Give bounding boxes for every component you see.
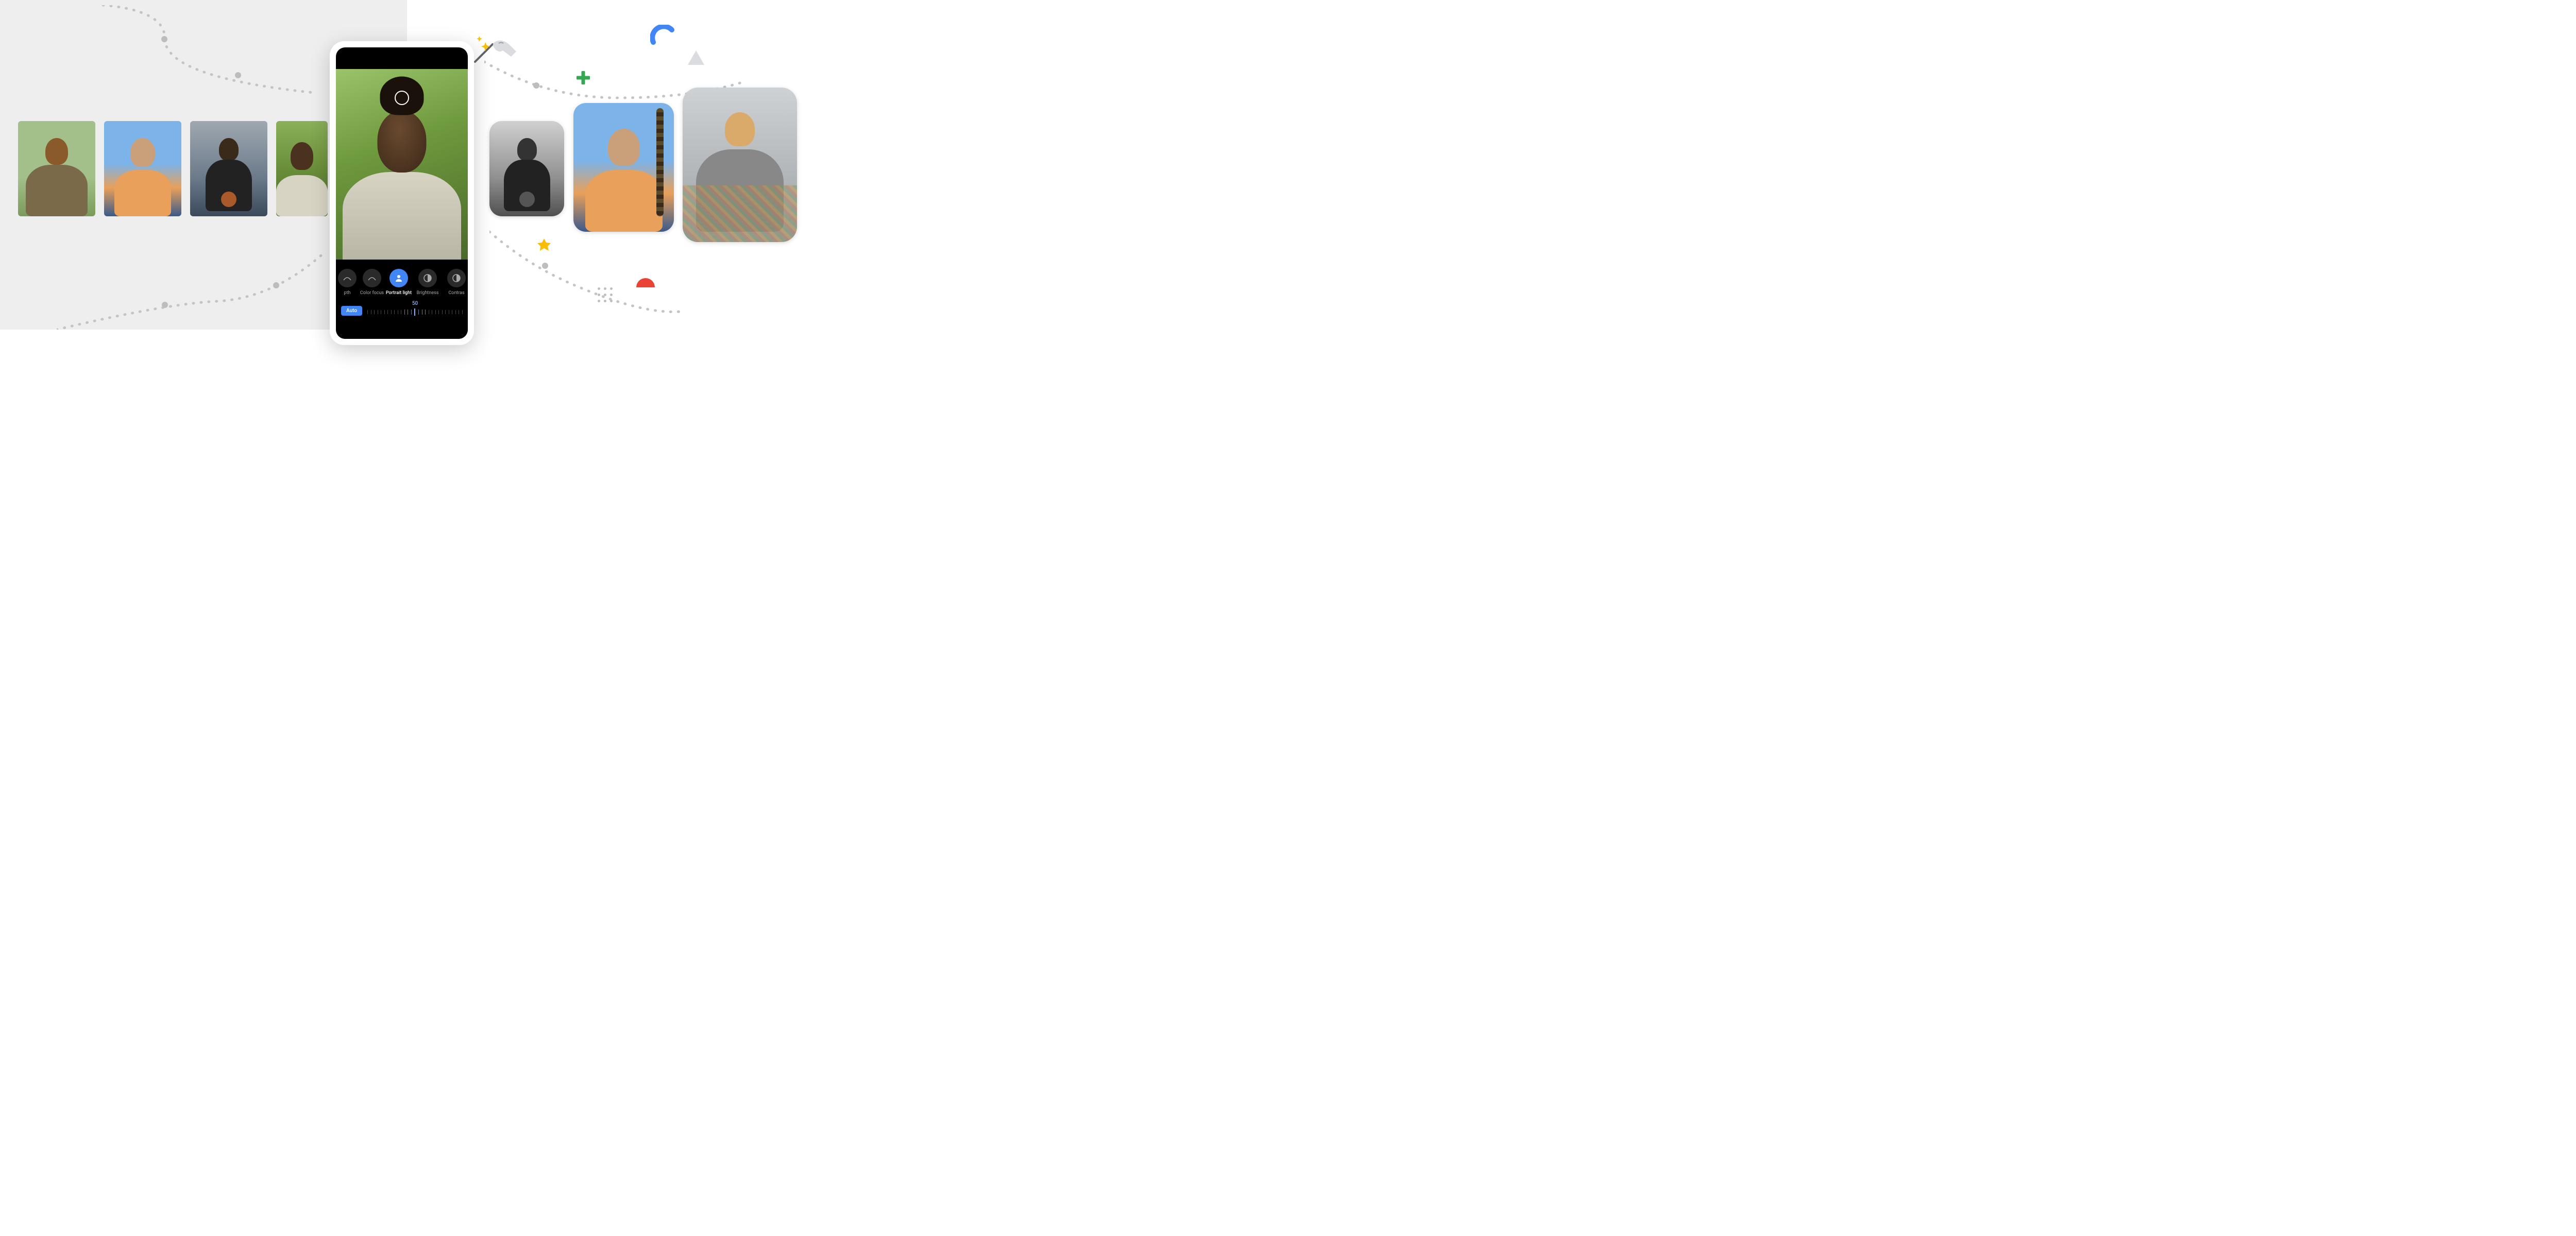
editor-controls: pth Color focus Portrait light: [336, 260, 468, 339]
red-semicircle-icon: [636, 278, 655, 288]
editor-photo-preview[interactable]: [336, 69, 468, 260]
tool-label: Contras: [448, 290, 464, 296]
portrait-light-handle[interactable]: [395, 91, 409, 105]
magic-wand-icon: [470, 32, 516, 73]
tool-contrast[interactable]: Contras: [447, 269, 466, 296]
editor-slider[interactable]: 50: [367, 303, 463, 318]
path-dot: [273, 282, 279, 288]
tool-depth[interactable]: pth: [338, 269, 357, 296]
dotted-path-right-bottom: [489, 227, 685, 314]
tool-label: Color focus: [360, 290, 384, 296]
edited-thumbnail-basketball-bw: [489, 121, 564, 216]
path-dot: [542, 263, 548, 269]
phone-screen: pth Color focus Portrait light: [336, 47, 468, 339]
editor-slider-row: Auto 50: [336, 303, 468, 318]
dotted-path-bottom: [57, 232, 325, 330]
dotted-path-top: [88, 5, 314, 98]
tool-portrait-light[interactable]: Portrait light: [385, 269, 412, 296]
contrast-icon: [447, 269, 466, 287]
tool-label: Brightness: [417, 290, 439, 296]
path-dot: [533, 82, 539, 89]
photo-thumbnail-basketball: [190, 121, 267, 216]
editor-tools-row: pth Color focus Portrait light: [336, 269, 468, 296]
arc-icon: [338, 269, 357, 287]
tool-label: pth: [344, 290, 351, 296]
green-plus-icon: [577, 71, 590, 84]
path-dot: [161, 36, 167, 42]
arc-icon: [363, 269, 381, 287]
photo-thumbnail-woman: [276, 121, 328, 216]
path-dot: [162, 302, 168, 308]
blue-arc-icon: [650, 25, 675, 45]
photo-thumbnail-hammock: [18, 121, 95, 216]
path-dot: [235, 72, 241, 78]
triangle-icon: [688, 50, 704, 65]
photo-thumbnail-girl-swing: [104, 121, 181, 216]
person-icon: [389, 269, 408, 287]
contrast-half-icon: [418, 269, 437, 287]
yellow-star-icon: [536, 238, 552, 253]
tool-color-focus[interactable]: Color focus: [359, 269, 385, 296]
edited-thumbnail-hammock-bw: [683, 88, 797, 242]
edited-thumbnail-girl-swing: [573, 103, 674, 232]
auto-button[interactable]: Auto: [341, 306, 362, 316]
slider-ticks: [367, 310, 463, 316]
tool-brightness[interactable]: Brightness: [414, 269, 441, 296]
phone-mockup: pth Color focus Portrait light: [330, 41, 474, 345]
slider-value-label: 50: [412, 301, 418, 306]
tool-label: Portrait light: [386, 290, 412, 296]
